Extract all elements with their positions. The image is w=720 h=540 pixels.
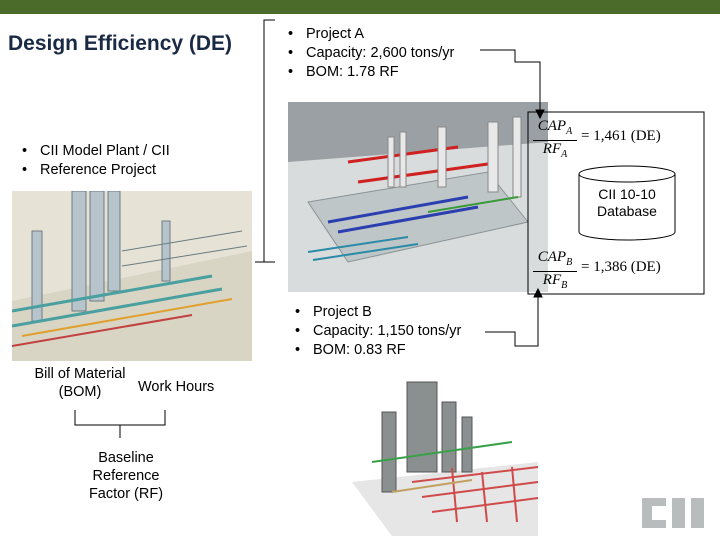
formula-a-den-text: RF bbox=[542, 141, 562, 157]
cii-logo-mark bbox=[642, 498, 704, 528]
bom-label-line1: Bill of Material bbox=[34, 366, 126, 382]
formula-b-num-text: CAP bbox=[537, 249, 567, 265]
baseline-line1: Baseline bbox=[98, 450, 154, 466]
baseline-line2: Reference bbox=[92, 468, 160, 484]
formula-a-den-sub: A bbox=[561, 149, 568, 160]
formula-b-den-text: RF bbox=[542, 272, 562, 288]
formula-b-denominator: RFB bbox=[533, 272, 577, 294]
formula-b-result: = 1,386 (DE) bbox=[581, 259, 661, 275]
formula-b-numerator: CAPB bbox=[533, 249, 577, 272]
formula-b-num-sub: B bbox=[566, 257, 573, 268]
formula-a-num-sub: A bbox=[566, 126, 573, 137]
formula-project-b: CAPB RFB = 1,386 (DE) bbox=[533, 249, 703, 291]
formula-b-fraction: CAPB RFB bbox=[533, 249, 577, 294]
work-hours-label: Work Hours bbox=[138, 379, 215, 395]
formula-a-denominator: RFA bbox=[533, 141, 577, 163]
formula-b-den-sub: B bbox=[561, 280, 568, 291]
formula-a-fraction: CAPA RFA bbox=[533, 118, 577, 163]
formula-a-result: = 1,461 (DE) bbox=[581, 128, 661, 144]
formula-a-num-text: CAP bbox=[537, 118, 567, 134]
baseline-rf-label: Baseline Reference Factor (RF) bbox=[70, 449, 182, 503]
bom-label-line2: (BOM) bbox=[58, 384, 102, 400]
database-label-line2: Database bbox=[597, 203, 657, 219]
formula-project-a: CAPA RFA = 1,461 (DE) bbox=[533, 118, 703, 160]
formula-a-numerator: CAPA bbox=[533, 118, 577, 141]
bom-label: Bill of Material (BOM) bbox=[24, 365, 136, 401]
database-label-line1: CII 10-10 bbox=[598, 186, 656, 202]
database-label: CII 10-10 Database bbox=[578, 186, 676, 220]
baseline-line3: Factor (RF) bbox=[88, 486, 164, 502]
cii-logo bbox=[640, 494, 708, 532]
